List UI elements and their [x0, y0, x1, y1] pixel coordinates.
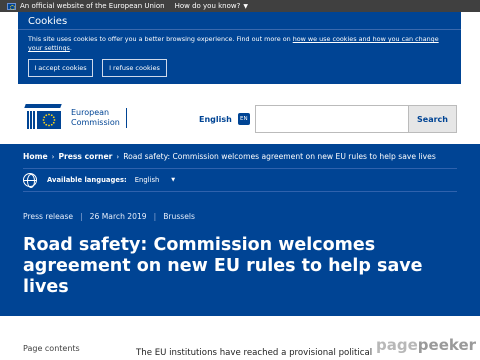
search-button[interactable]: Search	[409, 105, 457, 133]
globe-icon	[23, 173, 37, 188]
ec-building-icon	[23, 104, 63, 132]
available-languages[interactable]: Available languages: English ▼	[23, 173, 176, 188]
hero-divider	[23, 168, 457, 169]
cookie-banner: Cookies This site uses cookies to offer …	[18, 12, 461, 84]
cookie-text-before: This site uses cookies to offer you a be…	[28, 35, 293, 43]
watermark-part1: page	[376, 336, 418, 354]
logo-divider	[125, 108, 127, 128]
accept-cookies-button[interactable]: I accept cookies	[28, 59, 93, 77]
cookie-text-after: .	[69, 44, 72, 52]
ec-logo-line2: Commission	[71, 118, 120, 127]
official-text: An official website of the European Unio…	[20, 2, 165, 10]
breadcrumb-separator-icon: ›	[116, 152, 120, 161]
breadcrumb-separator-icon: ›	[51, 152, 55, 161]
european-commission-logo[interactable]: European Commission	[23, 104, 127, 132]
page-hero: Home › Press corner › Road safety: Commi…	[0, 144, 480, 316]
breadcrumb-home[interactable]: Home	[23, 152, 48, 161]
pagepeeker-watermark: pagepeeker	[376, 336, 476, 354]
search-input[interactable]	[255, 105, 409, 133]
language-code-badge: EN	[237, 113, 250, 125]
caret-down-icon: ▼	[171, 177, 176, 183]
breadcrumb-press-corner[interactable]: Press corner	[58, 152, 112, 161]
breadcrumb-current: Road safety: Commission welcomes agreeme…	[123, 152, 436, 161]
official-eu-bar: An official website of the European Unio…	[0, 0, 480, 12]
cookie-text: This site uses cookies to offer you a be…	[28, 35, 453, 53]
meta-separator: |	[80, 212, 83, 221]
site-header: European Commission English EN Search	[0, 84, 480, 144]
meta-date: 26 March 2019	[89, 212, 147, 221]
meta-type: Press release	[23, 212, 74, 221]
refuse-cookies-button[interactable]: I refuse cookies	[102, 59, 167, 77]
how-do-you-know-label: How do you know?	[174, 2, 241, 10]
language-label: English	[199, 114, 232, 124]
press-release-meta: Press release | 26 March 2019 | Brussels	[23, 212, 195, 221]
page-contents-heading: Page contents	[23, 344, 80, 353]
meta-place: Brussels	[163, 212, 195, 221]
chevron-down-icon: ▼	[243, 2, 248, 10]
ec-logo-line1: European	[71, 108, 110, 117]
cookie-divider	[18, 29, 461, 30]
meta-separator: |	[153, 212, 157, 221]
hero-divider	[23, 191, 457, 192]
available-languages-label: Available languages:	[47, 176, 127, 184]
eu-flag-icon	[7, 2, 16, 10]
body-text: The EU institutions have reached a provi…	[136, 348, 373, 358]
breadcrumb: Home › Press corner › Road safety: Commi…	[23, 152, 436, 161]
watermark-part2: peeker	[417, 336, 477, 354]
how-do-you-know-link[interactable]: How do you know? ▼	[175, 2, 248, 10]
language-switcher[interactable]: English EN	[199, 113, 250, 125]
selected-language: English	[134, 176, 160, 184]
page-title: Road safety: Commission welcomes agreeme…	[23, 235, 423, 297]
cookie-title: Cookies	[28, 16, 68, 27]
ec-logo-text: European Commission	[71, 108, 120, 128]
